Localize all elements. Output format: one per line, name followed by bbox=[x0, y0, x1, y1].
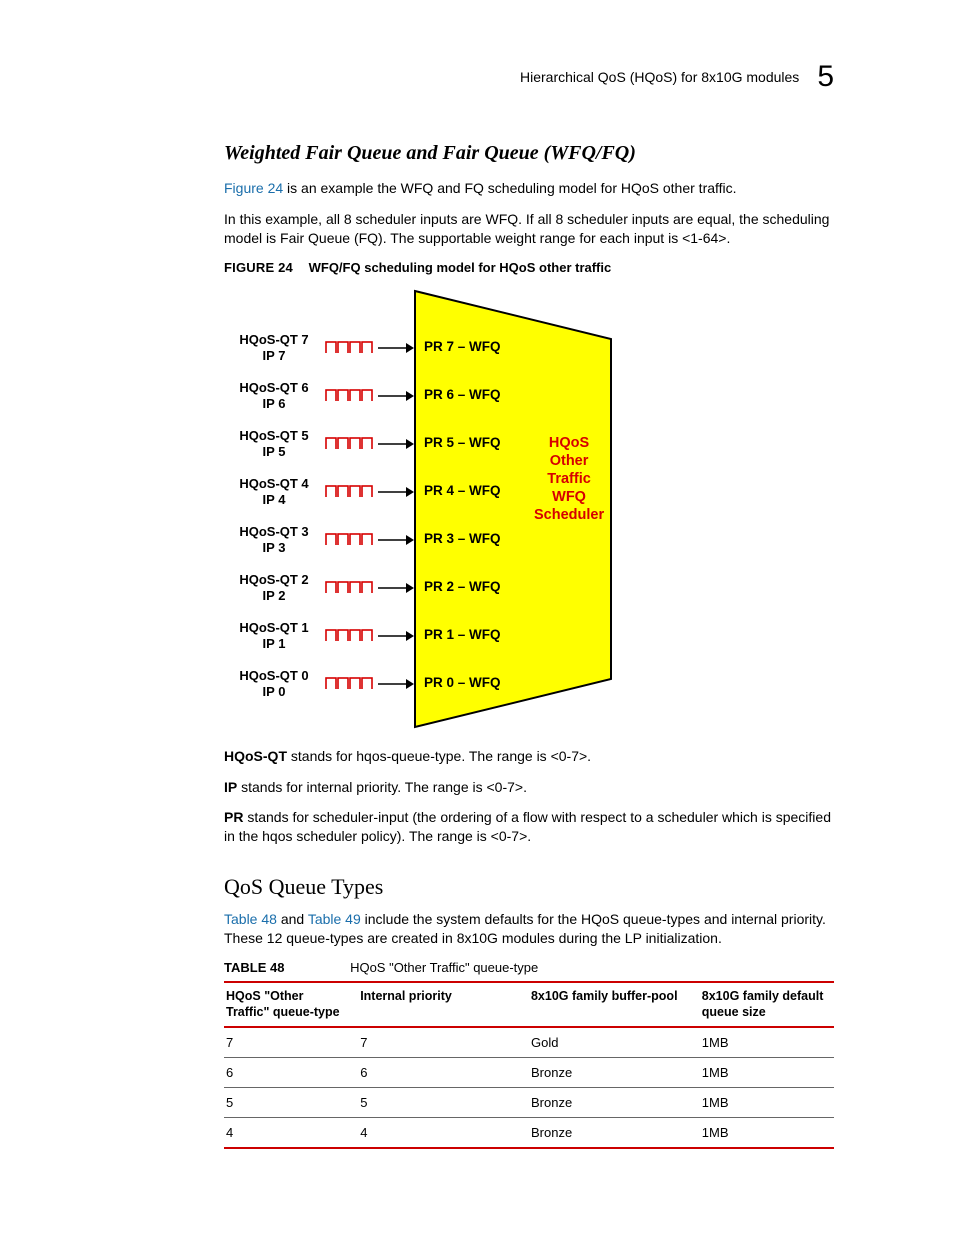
queue-icon bbox=[324, 341, 376, 353]
table-label: TABLE 48 bbox=[224, 960, 284, 975]
term: HQoS-QT bbox=[224, 748, 287, 764]
priority-label: PR 4 – WFQ bbox=[424, 483, 501, 498]
priority-label: PR 6 – WFQ bbox=[424, 387, 501, 402]
arrow-icon bbox=[378, 629, 414, 641]
scheduler-label: HQoS Other Traffic WFQ Scheduler bbox=[534, 434, 604, 525]
text: is an example the WFQ and FQ scheduling … bbox=[283, 180, 736, 196]
queue-icon bbox=[324, 629, 376, 641]
table-row: 55Bronze1MB bbox=[224, 1088, 834, 1118]
arrow-icon bbox=[378, 389, 414, 401]
page-header: Hierarchical QoS (HQoS) for 8x10G module… bbox=[224, 60, 834, 94]
paragraph: Table 48 and Table 49 include the system… bbox=[224, 910, 834, 948]
term: IP bbox=[224, 779, 237, 795]
table-caption-text: HQoS "Other Traffic" queue-type bbox=[350, 960, 538, 975]
table-cell: Bronze bbox=[529, 1058, 700, 1088]
diagram-row: HQoS-QT 7IP 7 bbox=[238, 329, 413, 369]
section-heading-queue-types: QoS Queue Types bbox=[224, 874, 834, 900]
table-cell: 1MB bbox=[700, 1088, 834, 1118]
queue-label: HQoS-QT 0IP 0 bbox=[230, 668, 318, 701]
diagram-row: HQoS-QT 6IP 6 bbox=[238, 377, 413, 417]
note: PR stands for scheduler-input (the order… bbox=[224, 808, 834, 846]
header-title: Hierarchical QoS (HQoS) for 8x10G module… bbox=[520, 69, 799, 85]
diagram-row: HQoS-QT 4IP 4 bbox=[238, 473, 413, 513]
table-cell: Bronze bbox=[529, 1118, 700, 1149]
table-row: 44Bronze1MB bbox=[224, 1118, 834, 1149]
table-49-link[interactable]: Table 49 bbox=[308, 911, 361, 927]
text: stands for scheduler-input (the ordering… bbox=[224, 809, 831, 844]
queue-label: HQoS-QT 3IP 3 bbox=[230, 524, 318, 557]
diagram-row: HQoS-QT 0IP 0 bbox=[238, 665, 413, 705]
arrow-icon bbox=[378, 533, 414, 545]
table-cell: 4 bbox=[358, 1118, 529, 1149]
table-cell: 4 bbox=[224, 1118, 358, 1149]
table-header: Internal priority bbox=[358, 982, 529, 1027]
table-row: 66Bronze1MB bbox=[224, 1058, 834, 1088]
queue-label: HQoS-QT 2IP 2 bbox=[230, 572, 318, 605]
arrow-icon bbox=[378, 677, 414, 689]
table-cell: 6 bbox=[224, 1058, 358, 1088]
diagram-row: HQoS-QT 1IP 1 bbox=[238, 617, 413, 657]
table-cell: 5 bbox=[358, 1088, 529, 1118]
queue-label: HQoS-QT 7IP 7 bbox=[230, 332, 318, 365]
table-cell: 7 bbox=[224, 1027, 358, 1058]
table-cell: 1MB bbox=[700, 1058, 834, 1088]
queue-icon bbox=[324, 677, 376, 689]
arrow-icon bbox=[378, 581, 414, 593]
wfq-diagram: HQoS Other Traffic WFQ Scheduler HQoS-QT… bbox=[238, 289, 648, 729]
table-caption: TABLE 48 HQoS "Other Traffic" queue-type bbox=[224, 960, 834, 975]
paragraph: Figure 24 is an example the WFQ and FQ s… bbox=[224, 179, 834, 198]
queue-label: HQoS-QT 1IP 1 bbox=[230, 620, 318, 653]
queue-icon bbox=[324, 485, 376, 497]
table-header: HQoS "Other Traffic" queue-type bbox=[224, 982, 358, 1027]
queue-icon bbox=[324, 437, 376, 449]
table-48-link[interactable]: Table 48 bbox=[224, 911, 277, 927]
queue-label: HQoS-QT 4IP 4 bbox=[230, 476, 318, 509]
priority-label: PR 5 – WFQ bbox=[424, 435, 501, 450]
note: HQoS-QT stands for hqos-queue-type. The … bbox=[224, 747, 834, 766]
table-48: HQoS "Other Traffic" queue-type Internal… bbox=[224, 981, 834, 1149]
note: IP stands for internal priority. The ran… bbox=[224, 778, 834, 797]
section-heading-wfq: Weighted Fair Queue and Fair Queue (WFQ/… bbox=[224, 142, 834, 165]
figure-label: FIGURE 24 bbox=[224, 260, 293, 275]
table-cell: 7 bbox=[358, 1027, 529, 1058]
queue-icon bbox=[324, 389, 376, 401]
table-cell: 1MB bbox=[700, 1118, 834, 1149]
table-cell: 6 bbox=[358, 1058, 529, 1088]
queue-icon bbox=[324, 533, 376, 545]
figure-caption: FIGURE 24 WFQ/FQ scheduling model for HQ… bbox=[224, 260, 834, 275]
paragraph: In this example, all 8 scheduler inputs … bbox=[224, 210, 834, 248]
text: stands for internal priority. The range … bbox=[237, 779, 527, 795]
diagram-row: HQoS-QT 2IP 2 bbox=[238, 569, 413, 609]
diagram-row: HQoS-QT 5IP 5 bbox=[238, 425, 413, 465]
diagram-row: HQoS-QT 3IP 3 bbox=[238, 521, 413, 561]
text: stands for hqos-queue-type. The range is… bbox=[287, 748, 591, 764]
term: PR bbox=[224, 809, 243, 825]
priority-label: PR 3 – WFQ bbox=[424, 531, 501, 546]
queue-label: HQoS-QT 6IP 6 bbox=[230, 380, 318, 413]
queue-label: HQoS-QT 5IP 5 bbox=[230, 428, 318, 461]
priority-label: PR 0 – WFQ bbox=[424, 675, 501, 690]
table-cell: Bronze bbox=[529, 1088, 700, 1118]
chapter-number: 5 bbox=[817, 60, 834, 94]
table-cell: Gold bbox=[529, 1027, 700, 1058]
table-header: 8x10G family buffer-pool bbox=[529, 982, 700, 1027]
arrow-icon bbox=[378, 341, 414, 353]
table-cell: 1MB bbox=[700, 1027, 834, 1058]
priority-label: PR 1 – WFQ bbox=[424, 627, 501, 642]
arrow-icon bbox=[378, 485, 414, 497]
queue-icon bbox=[324, 581, 376, 593]
priority-label: PR 7 – WFQ bbox=[424, 339, 501, 354]
table-header: 8x10G family default queue size bbox=[700, 982, 834, 1027]
table-cell: 5 bbox=[224, 1088, 358, 1118]
figure-caption-text: WFQ/FQ scheduling model for HQoS other t… bbox=[309, 260, 612, 275]
figure-24-link[interactable]: Figure 24 bbox=[224, 180, 283, 196]
priority-label: PR 2 – WFQ bbox=[424, 579, 501, 594]
table-row: 77Gold1MB bbox=[224, 1027, 834, 1058]
arrow-icon bbox=[378, 437, 414, 449]
